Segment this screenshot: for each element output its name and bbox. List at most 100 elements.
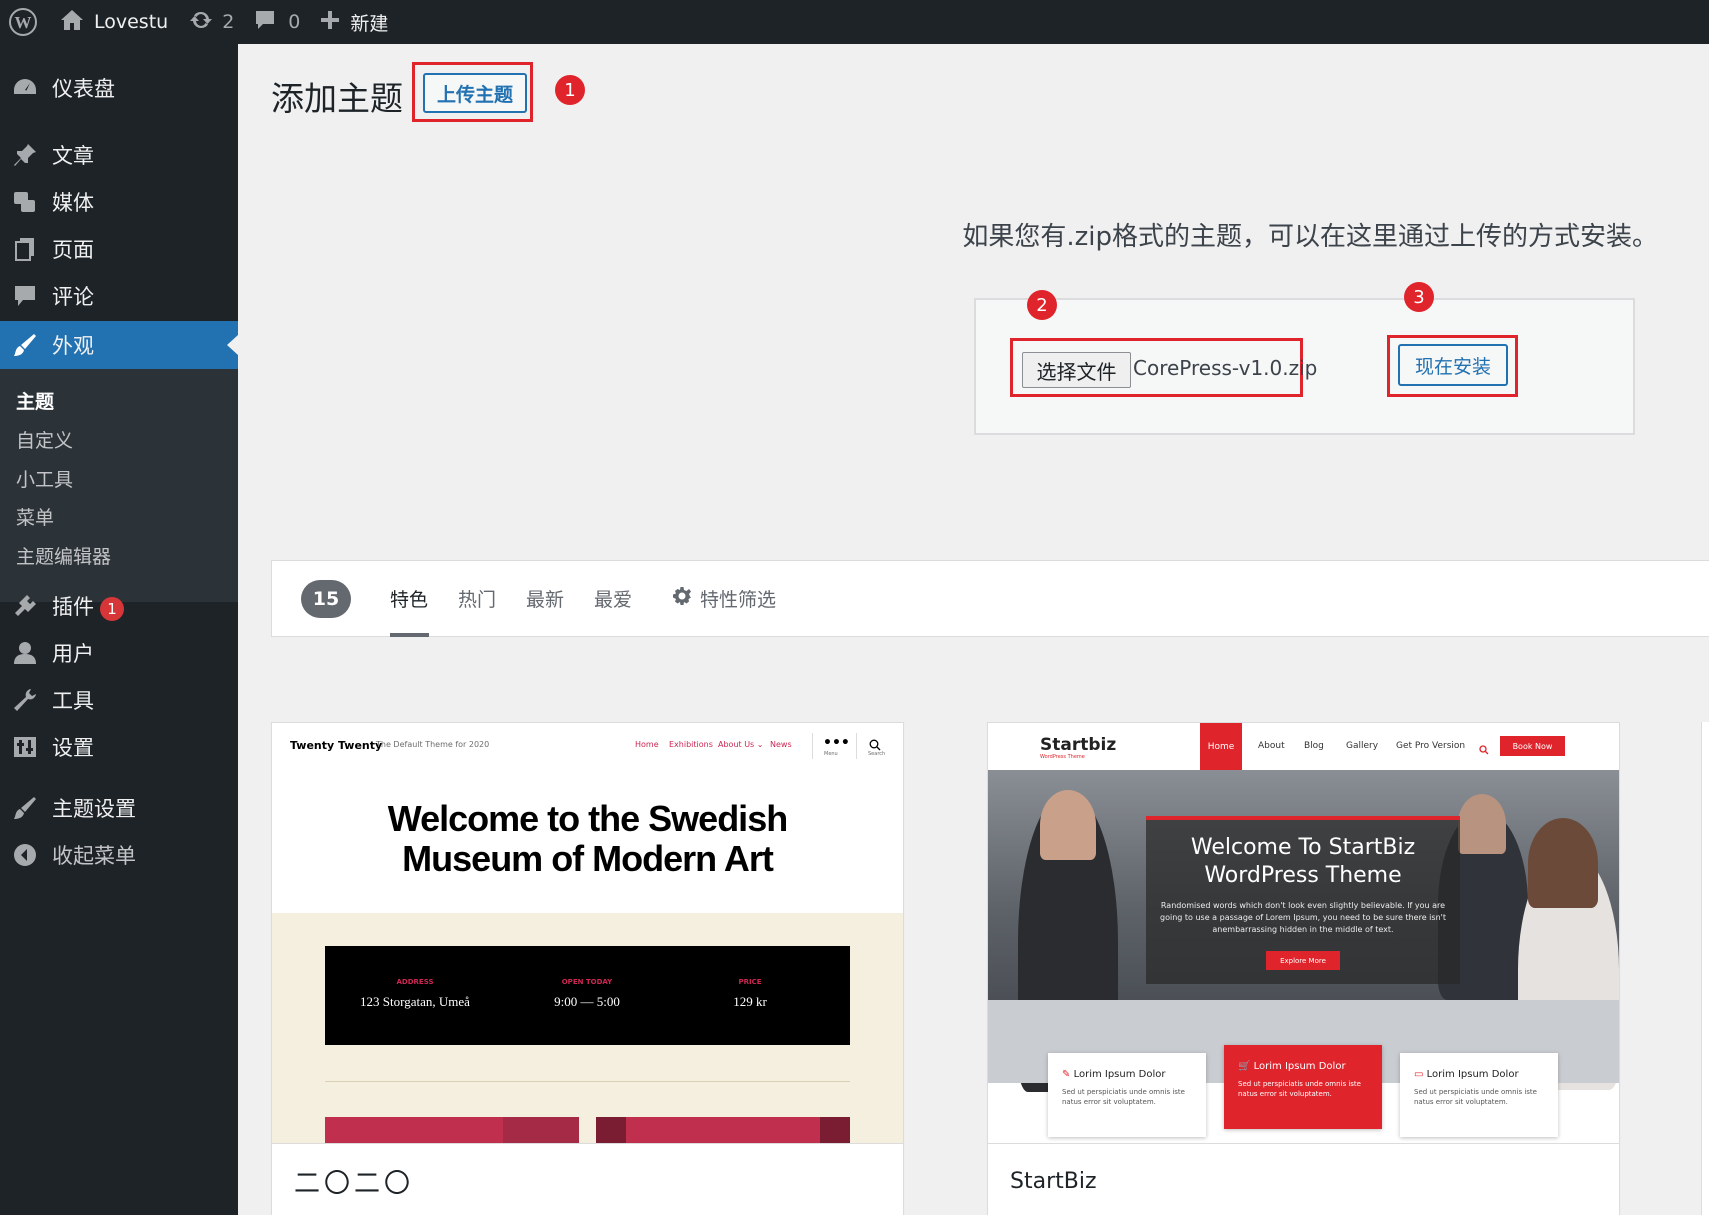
preview-feature-box: 🛒 Lorim Ipsum Dolor Sed ut perspiciatis … xyxy=(1224,1045,1382,1129)
theme-screenshot: Twenty Twenty The Default Theme for 2020… xyxy=(272,723,903,1143)
comment-bubble-icon xyxy=(254,9,276,36)
preview-box-title: ▭ Lorim Ipsum Dolor xyxy=(1414,1069,1519,1080)
sidebar-item-dashboard[interactable]: 仪表盘 xyxy=(0,64,238,112)
submenu-themes[interactable]: 主题 xyxy=(16,387,54,414)
preview-info-block: ADDRESS 123 Storgatan, Umeå OPEN TODAY 9:0… xyxy=(325,946,850,1045)
pin-icon xyxy=(11,141,39,169)
preview-divider xyxy=(812,733,813,759)
install-now-button[interactable]: 现在安装 xyxy=(1398,344,1508,386)
page-icon xyxy=(11,235,39,263)
sidebar-item-media[interactable]: 媒体 xyxy=(0,178,238,226)
preview-info-value: 129 kr xyxy=(733,994,767,1009)
upload-description: 如果您有.zip格式的主题，可以在这里通过上传的方式安装。 xyxy=(962,222,1658,252)
sidebar-item-settings[interactable]: 设置 xyxy=(0,723,238,771)
submenu-menus[interactable]: 菜单 xyxy=(16,503,54,530)
sidebar-item-appearance[interactable]: 外观 xyxy=(0,321,238,369)
theme-name-label: 二〇二〇 xyxy=(294,1168,415,1199)
new-label: 新建 xyxy=(350,12,389,35)
active-tab-underline xyxy=(390,633,429,637)
sidebar-item-theme-settings[interactable]: 主题设置 xyxy=(0,784,238,832)
preview-person xyxy=(1458,794,1506,854)
comments-link[interactable]: 0 xyxy=(244,0,310,44)
sidebar-item-plugins[interactable]: 插件 1 xyxy=(0,582,238,630)
preview-logo: Startbiz xyxy=(1040,735,1117,755)
comment-icon xyxy=(11,282,39,310)
theme-card-partial[interactable] xyxy=(1701,722,1709,1215)
preview-info-key: ADDRESS xyxy=(396,978,434,986)
updates-link[interactable]: 2 xyxy=(178,0,244,44)
preview-hero-image: Welcome To StartBiz WordPress Theme Rand… xyxy=(988,770,1619,1092)
selected-file-name: CorePress-v1.0.zip xyxy=(1133,356,1318,380)
sidebar-item-label: 收起菜单 xyxy=(52,844,136,868)
feature-filter-button[interactable]: 特性筛选 xyxy=(672,585,776,612)
plus-icon xyxy=(320,10,340,35)
tab-featured[interactable]: 特色 xyxy=(390,585,428,612)
updates-count: 2 xyxy=(222,11,235,33)
main-content: 添加主题 上传主题 1 如果您有.zip格式的主题，可以在这里通过上传的方式安装… xyxy=(238,44,1709,1215)
theme-filter-bar: 15 特色 热门 最新 最爱 特性筛选 xyxy=(271,560,1709,637)
sidebar-item-label: 媒体 xyxy=(52,191,94,215)
sidebar-item-posts[interactable]: 文章 xyxy=(0,131,238,179)
preview-nav-item: News xyxy=(770,740,792,749)
dashboard-icon xyxy=(11,74,39,102)
highlight-box-upload xyxy=(412,62,533,122)
preview-box-text: Sed ut perspiciatis unde omnis iste natu… xyxy=(1238,1080,1361,1098)
preview-search-icon xyxy=(1479,740,1489,759)
new-content-link[interactable]: 新建 xyxy=(310,0,398,44)
preview-person xyxy=(1040,790,1096,860)
theme-card-startbiz[interactable]: Startbiz WordPress Theme Home About Blog… xyxy=(987,722,1620,1215)
step-marker-3: 3 xyxy=(1404,282,1434,312)
settings-icon xyxy=(11,733,39,761)
preview-hero-text: Randomised words which don't look even s… xyxy=(1160,901,1446,934)
user-icon xyxy=(11,639,39,667)
preview-art-block xyxy=(596,1117,850,1143)
tab-favorites[interactable]: 最爱 xyxy=(594,585,632,612)
step-marker-2: 2 xyxy=(1027,290,1057,320)
comments-count: 0 xyxy=(288,11,301,33)
sidebar-item-label: 评论 xyxy=(52,285,94,309)
sidebar-item-users[interactable]: 用户 xyxy=(0,629,238,677)
site-name: Lovestu xyxy=(94,11,169,33)
preview-art-block xyxy=(820,1117,850,1143)
wordpress-logo-icon[interactable]: W xyxy=(0,0,48,44)
sidebar-collapse-menu[interactable]: 收起菜单 xyxy=(0,831,238,879)
sidebar-item-pages[interactable]: 页面 xyxy=(0,225,238,273)
submenu-customize[interactable]: 自定义 xyxy=(16,426,73,453)
brush-icon xyxy=(11,794,39,822)
sidebar-item-comments[interactable]: 评论 xyxy=(0,272,238,320)
preview-menu-label: Menu xyxy=(824,751,838,757)
preview-nav-item: Get Pro Version xyxy=(1396,741,1466,751)
preview-nav-home: Home xyxy=(1200,723,1242,770)
preview-nav-item: Home xyxy=(635,740,659,749)
theme-name: 二〇二〇 xyxy=(272,1143,903,1215)
theme-card-twentytwenty[interactable]: Twenty Twenty The Default Theme for 2020… xyxy=(271,722,904,1215)
preview-feature-box: ✎ Lorim Ipsum Dolor Sed ut perspiciatis … xyxy=(1048,1053,1206,1137)
sidebar-item-label: 外观 xyxy=(52,334,94,358)
preview-nav-item: Gallery xyxy=(1346,741,1379,751)
preview-box-title: ✎ Lorim Ipsum Dolor xyxy=(1062,1069,1166,1080)
preview-divider xyxy=(856,733,857,759)
sidebar-item-label: 仪表盘 xyxy=(52,77,115,101)
preview-nav-item: About Us ⌄ xyxy=(718,740,764,749)
choose-file-button[interactable]: 选择文件 xyxy=(1022,352,1131,388)
wrench-icon xyxy=(11,686,39,714)
sidebar-item-label: 用户 xyxy=(52,642,94,666)
preview-box-title: 🛒 Lorim Ipsum Dolor xyxy=(1238,1061,1346,1072)
plugin-update-badge: 1 xyxy=(100,597,124,621)
gear-icon xyxy=(672,586,700,611)
preview-tagline: The Default Theme for 2020 xyxy=(376,740,490,749)
submenu-widgets[interactable]: 小工具 xyxy=(16,465,73,492)
preview-hero-title: Welcome To StartBiz WordPress Theme xyxy=(1190,835,1416,888)
submenu-theme-editor[interactable]: 主题编辑器 xyxy=(16,542,111,569)
appearance-submenu: 主题 自定义 小工具 菜单 主题编辑器 xyxy=(0,369,238,602)
site-name-link[interactable]: Lovestu xyxy=(48,0,178,44)
sidebar-item-label: 文章 xyxy=(52,144,94,168)
preview-box-text: Sed ut perspiciatis unde omnis iste natu… xyxy=(1062,1088,1185,1106)
collapse-icon xyxy=(11,841,39,869)
sidebar-item-tools[interactable]: 工具 xyxy=(0,676,238,724)
tab-popular[interactable]: 热门 xyxy=(458,585,496,612)
theme-name: StartBiz xyxy=(988,1143,1619,1215)
svg-text:W: W xyxy=(15,13,32,32)
tab-latest[interactable]: 最新 xyxy=(526,585,564,612)
preview-book-button: Book Now xyxy=(1500,736,1565,756)
